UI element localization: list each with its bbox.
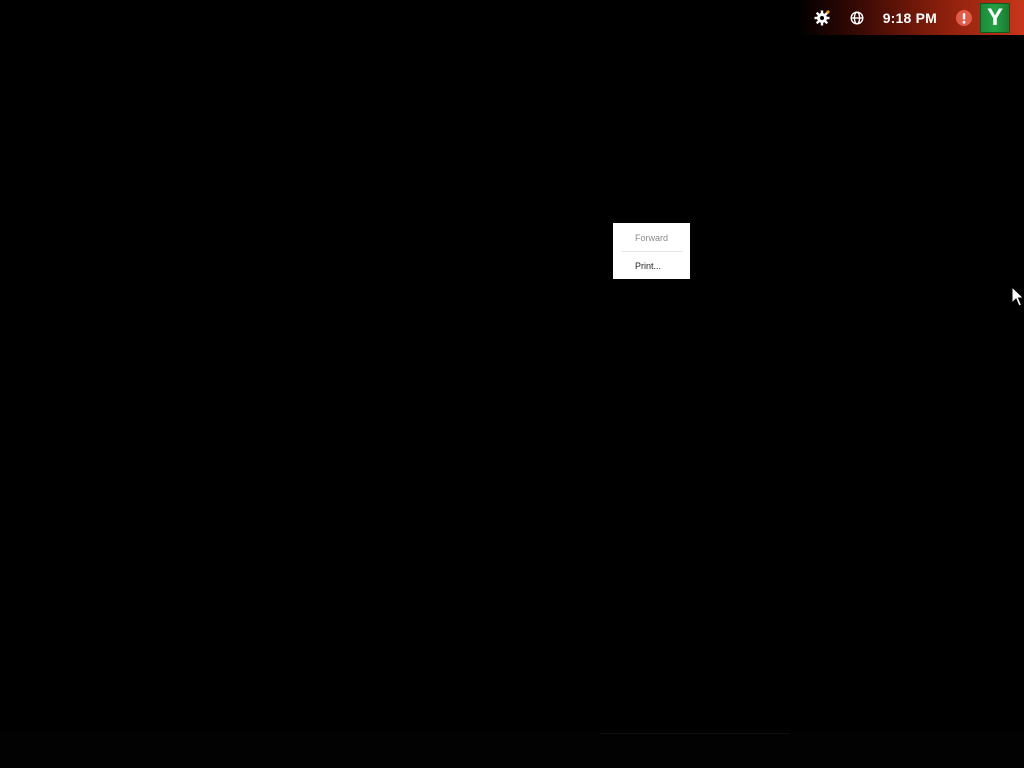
desktop-screen: 9:18 PM Y Forward Print... <box>0 0 1024 768</box>
context-menu: Forward Print... <box>613 223 690 279</box>
network-globe-icon[interactable] <box>847 8 867 28</box>
bottom-shelf <box>0 733 1024 768</box>
system-tray: 9:18 PM Y <box>812 0 1024 35</box>
top-status-bar: 9:18 PM Y <box>0 0 1024 35</box>
menu-item-forward[interactable]: Forward <box>613 226 690 250</box>
menu-separator <box>621 251 682 252</box>
user-avatar[interactable]: Y <box>980 2 1010 33</box>
menu-item-print[interactable]: Print... <box>613 254 690 278</box>
mouse-pointer-icon <box>1011 285 1024 308</box>
avatar-letter: Y <box>986 3 1003 31</box>
shelf-divider <box>600 733 790 734</box>
settings-gear-icon[interactable] <box>812 8 832 28</box>
clock-time[interactable]: 9:18 PM <box>883 10 937 26</box>
alert-exclamation-icon[interactable] <box>954 8 974 28</box>
